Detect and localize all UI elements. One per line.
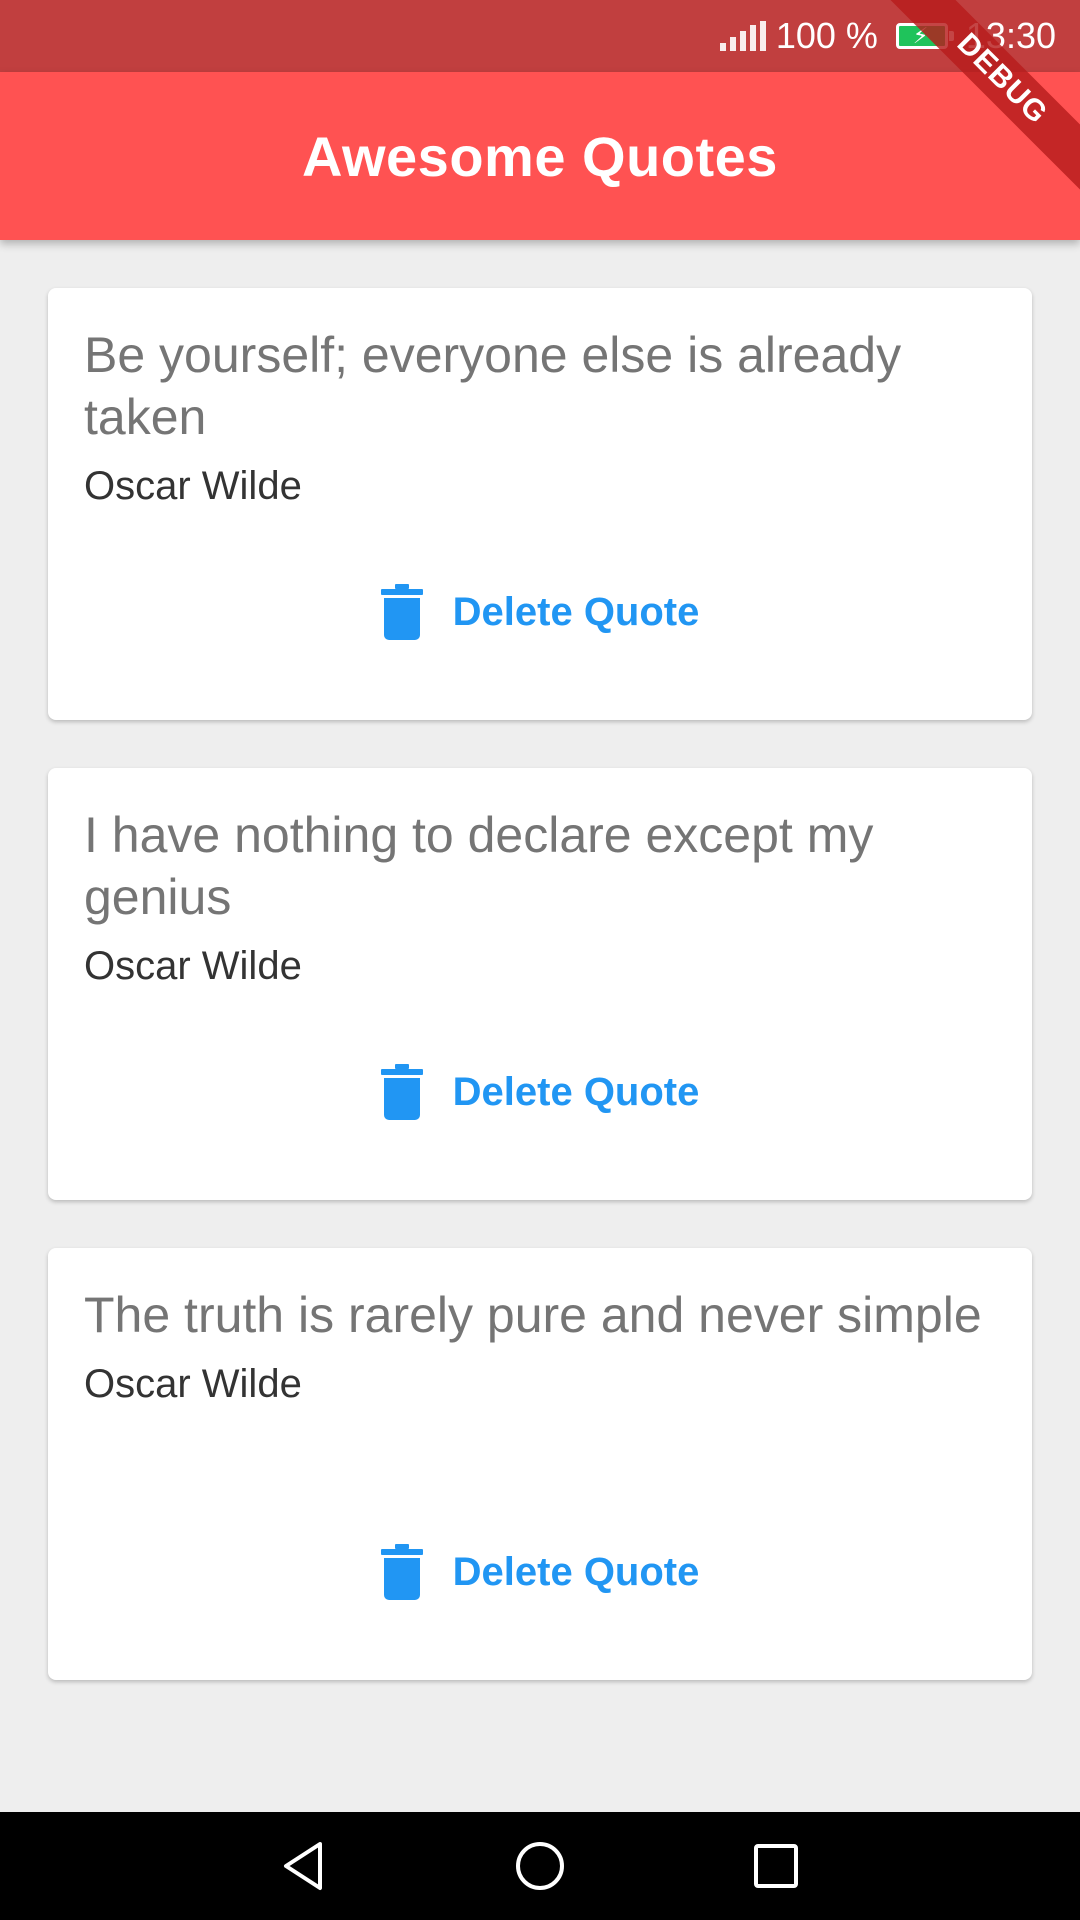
quote-list: Be yourself; everyone else is already ta… [0,240,1080,1812]
quote-card: Be yourself; everyone else is already ta… [48,288,1032,720]
trash-icon [380,584,423,640]
quote-text: Be yourself; everyone else is already ta… [84,327,902,445]
delete-quote-button[interactable]: Delete Quote [48,1064,1032,1120]
status-time: 13:30 [965,15,1056,56]
quote-text: I have nothing to declare except my geni… [84,807,874,925]
navigation-bar [0,1812,1080,1920]
back-icon[interactable] [276,1838,332,1894]
trash-icon [380,1064,423,1120]
delete-quote-label: Delete Quote [452,1069,700,1114]
home-icon[interactable] [512,1838,568,1894]
signal-icon [719,21,766,51]
quote-author: Oscar Wilde [84,1362,302,1406]
screen: 100 % ⚡ 13:30 Awesome Quotes DEBUG Be yo… [0,0,1080,1920]
trash-icon [380,1544,423,1600]
delete-quote-label: Delete Quote [452,1549,700,1594]
status-bar: 100 % ⚡ 13:30 [0,0,1080,72]
app-title: Awesome Quotes [302,124,778,188]
quote-card: The truth is rarely pure and never simpl… [48,1248,1032,1680]
battery-charging-icon: ⚡ [895,23,954,49]
battery-percent: 100 % [775,15,878,56]
delete-quote-label: Delete Quote [452,589,700,634]
recents-icon[interactable] [748,1838,804,1894]
quote-author: Oscar Wilde [84,944,302,988]
quote-card: I have nothing to declare except my geni… [48,768,1032,1200]
quote-text: The truth is rarely pure and never simpl… [84,1287,982,1343]
quote-author: Oscar Wilde [84,464,302,508]
delete-quote-button[interactable]: Delete Quote [48,584,1032,640]
delete-quote-button[interactable]: Delete Quote [48,1544,1032,1600]
app-bar: Awesome Quotes [0,72,1080,240]
